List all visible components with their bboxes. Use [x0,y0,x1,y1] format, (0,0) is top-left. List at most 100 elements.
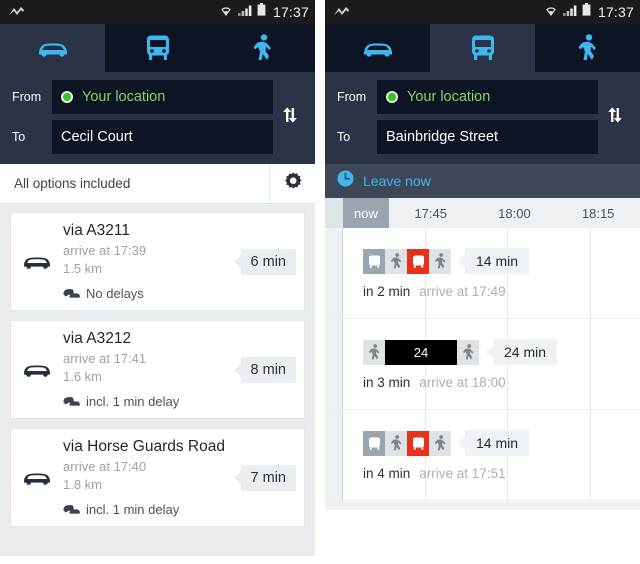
tab-walk[interactable] [535,24,640,72]
timeline-header: now 17:45 18:00 18:15 [325,198,640,228]
tab-transit[interactable] [430,24,535,72]
walk-leg-icon [429,430,451,456]
route-duration-wrap: 7 min [240,438,304,517]
route-delay-text: incl. 1 min delay [86,393,180,409]
route-duration-wrap: 6 min [240,222,304,301]
options-filter-bar[interactable]: All options included [0,163,315,204]
options-filter-label: All options included [14,176,131,191]
leave-time-bar[interactable]: Leave now [325,164,640,198]
transit-trip-row[interactable]: 14 min in 2 min arrive at 17:49 [325,228,640,319]
battery-icon [582,3,591,21]
from-row: From Your location [8,80,273,114]
signal-icon [562,3,577,21]
to-value: Bainbridge Street [386,129,499,145]
route-title: via A3211 [63,222,130,239]
route-search-box: From Your location To Cecil Court [0,72,315,164]
transit-trip-row[interactable]: 14 min in 4 min arrive at 17:51 [325,410,640,501]
tab-car[interactable] [0,24,105,72]
walk-leg-icon [429,248,451,274]
route-duration-badge: 7 min [240,464,296,491]
bus-icon [145,34,171,62]
from-value: Your location [407,89,491,105]
route-delay-text: No delays [86,285,144,301]
route-arrival: arrive at 17:41 [63,351,147,367]
route-delay: incl. 1 min delay [63,501,235,517]
route-delay-text: incl. 1 min delay [86,501,180,517]
to-row: To Cecil Court [8,120,273,154]
to-row: To Bainbridge Street [333,120,598,154]
to-label: To [12,130,26,144]
trip-leg-icons: 14 min [363,248,640,274]
walk-leg-icon [457,339,479,365]
train-leg-icon [407,430,429,456]
route-results-list: via A3211 arrive at 17:39 1.5 km No dela… [0,204,315,556]
battery-icon [257,3,266,21]
status-bar-clock: 17:37 [597,4,634,20]
route-duration-badge: 6 min [240,248,296,275]
trip-arrival: arrive at 18:00 [419,375,506,390]
trip-meta: in 4 min arrive at 17:51 [363,466,640,481]
tab-car[interactable] [325,24,430,72]
timeline-body: 14 min in 2 min arrive at 17:49 24 24 mi… [325,228,640,502]
route-arrival: arrive at 17:40 [63,459,147,475]
route-search-box: From Your location To Bainbridge Street [325,72,640,164]
gear-icon [283,171,303,196]
from-input[interactable]: Your location [377,80,598,114]
traffic-icon [63,285,80,301]
trip-duration-badge: 14 min [465,430,530,456]
app-logo-icon [333,6,350,18]
walk-leg-icon [385,430,407,456]
route-card[interactable]: via Horse Guards Road arrive at 17:40 1.… [10,428,305,528]
car-icon [11,330,63,409]
status-bar-left [333,6,544,18]
route-card[interactable]: via A3212 arrive at 17:41 1.6 km incl. 1… [10,320,305,420]
route-card[interactable]: via A3211 arrive at 17:39 1.5 km No dela… [10,212,305,312]
trip-meta: in 2 min arrive at 17:49 [363,284,640,299]
tab-walk[interactable] [210,24,315,72]
walk-leg-icon [363,339,385,365]
left-phone-panel: 17:37 From Your location To Cecil Court … [0,0,315,564]
tab-transit[interactable] [105,24,210,72]
search-fields: From Your location To Cecil Court [8,80,273,154]
route-duration-wrap: 8 min [240,330,304,409]
current-location-dot-icon [61,91,73,103]
right-phone-panel: 17:37 From Your location To Bainbridge S… [325,0,640,564]
trip-duration-badge: 24 min [493,339,558,365]
status-bar-right: 17:37 [219,3,309,21]
dual-screenshot-container: 17:37 From Your location To Cecil Court … [0,0,640,564]
swap-endpoints-button[interactable] [273,105,307,130]
timeline-now-chip[interactable]: now [343,198,389,228]
route-distance: 1.6 km [63,368,103,384]
walk-icon [252,34,274,62]
car-icon [11,222,63,301]
transit-trip-row[interactable]: 24 24 min in 3 min arrive at 18:00 [325,319,640,410]
app-logo-icon [8,6,25,18]
mode-tab-bar [325,24,640,72]
route-title: via Horse Guards Road [63,438,225,456]
signal-icon [237,3,252,21]
to-input[interactable]: Bainbridge Street [377,120,598,154]
trip-departs-in: in 4 min [363,466,411,481]
walk-leg-icon [385,248,407,274]
transit-trip-list: 14 min in 2 min arrive at 17:49 24 24 mi… [325,228,640,501]
car-icon [11,438,63,517]
to-input[interactable]: Cecil Court [52,120,273,154]
status-bar-right: 17:37 [544,3,634,21]
search-fields: From Your location To Bainbridge Street [333,80,598,154]
car-icon [360,38,396,58]
status-bar: 17:37 [0,0,315,24]
wifi-icon [544,3,558,21]
route-settings-button[interactable] [269,163,315,204]
bus-icon [470,34,496,62]
train-leg-icon [363,430,385,456]
swap-endpoints-button[interactable] [598,105,632,130]
timeline-tick: 18:00 [498,205,531,221]
timeline-gutter [325,198,343,228]
from-value: Your location [82,89,166,105]
from-row: From Your location [333,80,598,114]
route-card-body: via A3212 arrive at 17:41 1.6 km incl. 1… [63,330,241,409]
route-distance: 1.5 km [63,260,103,276]
traffic-icon [63,393,80,409]
train-leg-icon [363,248,385,274]
from-input[interactable]: Your location [52,80,273,114]
